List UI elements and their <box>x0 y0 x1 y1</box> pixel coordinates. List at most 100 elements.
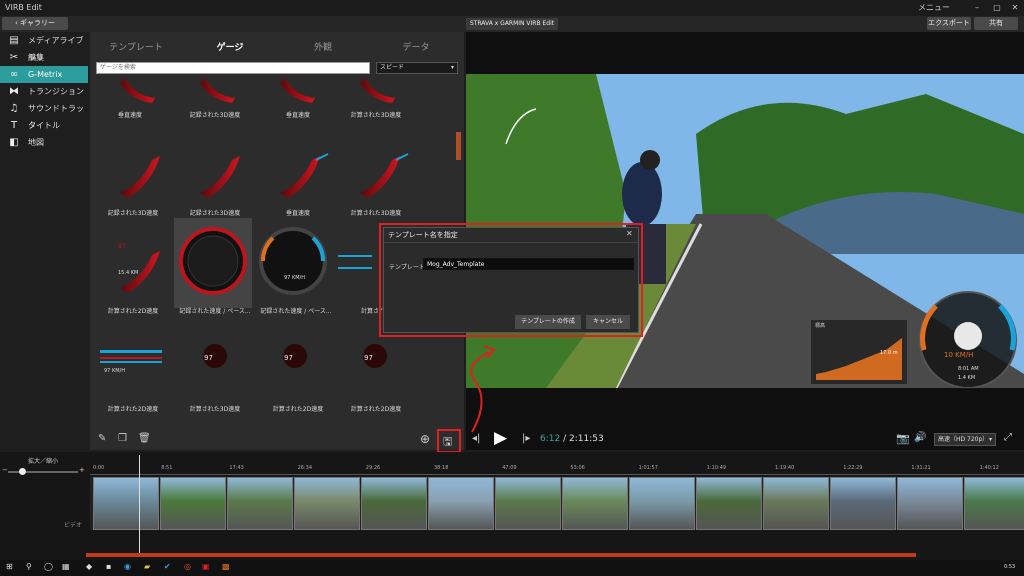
zoom-in-icon[interactable]: + <box>79 466 85 474</box>
share-button[interactable]: 共有 <box>974 17 1018 30</box>
taskbar-app-icon[interactable]: ▦ <box>62 562 70 571</box>
gauge-round-speed: 97 <box>118 243 126 250</box>
volume-icon[interactable]: 🔊 <box>914 432 926 443</box>
illustrator-icon[interactable]: ▩ <box>222 562 230 571</box>
timeline-clip[interactable] <box>227 477 293 530</box>
search-icon[interactable]: ⚲ <box>26 562 32 571</box>
sidebar-item-media-library[interactable]: ▤ メディアライブラリ <box>0 32 88 62</box>
filter-value: スピード <box>380 64 405 71</box>
sidebar-item-g-metrix[interactable]: ∞ G-Metrix <box>0 66 88 83</box>
music-icon: ♫ <box>9 103 19 114</box>
gauge-label[interactable]: 垂直速度 <box>90 110 170 119</box>
sidebar-item-soundtrack[interactable]: ♫ サウンドトラック <box>0 100 88 130</box>
tab-appearance[interactable]: 外観 <box>293 40 353 53</box>
gauge-label[interactable]: 記録された3D速度 <box>175 110 255 119</box>
gauge-label[interactable]: 計算された2D速度 <box>258 404 338 413</box>
overlay-distance: 1.4 KM <box>958 375 976 381</box>
step-back-icon[interactable]: ◂| <box>472 433 480 444</box>
timeline-tick-label: 0:00 <box>93 465 105 471</box>
timeline-clip[interactable] <box>294 477 360 530</box>
camera-icon[interactable]: 📷 <box>896 432 910 445</box>
minimize-icon[interactable]: – <box>970 0 984 16</box>
timeline-clip[interactable] <box>696 477 762 530</box>
timeline-tick-label: 53:06 <box>570 465 585 471</box>
gauge-label[interactable]: 記録された速度 / ペース... <box>256 306 336 315</box>
fullscreen-icon[interactable]: ⤢ <box>1004 432 1012 443</box>
menu-button[interactable]: メニュー <box>918 0 950 16</box>
gauge-label[interactable]: 計算された2D速度 <box>336 404 416 413</box>
taskbar-app-icon[interactable]: ▪ <box>106 562 111 571</box>
timeline-clip[interactable] <box>964 477 1024 530</box>
check-icon[interactable]: ✔ <box>164 562 171 571</box>
template-name-input[interactable]: Mog_Adv_Template <box>423 258 634 270</box>
sidebar-item-title[interactable]: T タイトル <box>0 117 88 134</box>
export-button[interactable]: エクスポート <box>927 17 971 30</box>
create-template-button[interactable]: テンプレートの作成 <box>515 315 581 329</box>
dialog-close-icon[interactable]: ✕ <box>626 229 633 238</box>
gauge-label[interactable]: 計算された3D速度 <box>336 208 416 217</box>
sidebar-item-label: G-Metrix <box>28 70 63 79</box>
sidebar-item-label: 地図 <box>28 138 44 147</box>
gauge-thumb <box>280 156 320 198</box>
tab-data[interactable]: データ <box>386 40 446 53</box>
close-icon[interactable]: ✕ <box>1008 0 1022 16</box>
gauge-label[interactable]: 垂直速度 <box>258 110 338 119</box>
timeline-clip[interactable] <box>93 477 159 530</box>
gauge-label[interactable]: 記録された3D速度 <box>175 208 255 217</box>
gauge-thumb <box>120 78 155 103</box>
gallery-scroll-thumb[interactable] <box>456 132 461 160</box>
timeline-clip[interactable] <box>830 477 896 530</box>
cancel-button[interactable]: キャンセル <box>586 315 630 329</box>
task-view-icon[interactable]: ◯ <box>44 562 53 571</box>
timeline-clip[interactable] <box>562 477 628 530</box>
sidebar-item-edit[interactable]: ✂ 編集 <box>0 49 88 66</box>
timeline-clip[interactable] <box>897 477 963 530</box>
timeline-clip[interactable] <box>361 477 427 530</box>
pencil-icon[interactable]: ✎ <box>98 433 106 444</box>
duplicate-icon[interactable]: ❐ <box>118 433 127 444</box>
sidebar-item-map[interactable]: ◧ 地図 <box>0 134 88 151</box>
gauge-search-input[interactable] <box>96 62 370 74</box>
gauge-label[interactable]: 記録された速度 / ペース... <box>175 306 255 315</box>
gauge-label[interactable]: 記録された3D速度 <box>93 208 173 217</box>
gauge-label[interactable]: 計算された3D速度 <box>175 404 255 413</box>
gauge-thumb <box>360 78 395 103</box>
overlay-time: 8:01 AM <box>958 366 979 372</box>
gallery-button[interactable]: ‹ ギャラリー <box>2 17 68 30</box>
add-circle-icon[interactable]: ⊕ <box>420 432 430 446</box>
overlay-speed: 10 KM/H <box>944 351 974 359</box>
folder-icon[interactable]: ▰ <box>144 562 150 571</box>
zoom-slider-handle[interactable] <box>19 468 26 475</box>
play-icon[interactable]: ▶ <box>494 428 507 448</box>
zoom-out-icon[interactable]: − <box>2 466 8 474</box>
gauge-label[interactable]: 計算された2D速度 <box>93 306 173 315</box>
timeline-clip[interactable] <box>160 477 226 530</box>
taskbar-app-icon[interactable]: ◆ <box>86 562 92 571</box>
app-title: VIRB Edit <box>5 3 42 12</box>
timeline-tick-label: 1:19:40 <box>775 465 795 471</box>
save-icon[interactable]: 🖫 <box>443 433 452 452</box>
quality-select[interactable]: 高速（HD 720p） ▾ <box>934 433 996 446</box>
gauge-filter-select[interactable]: スピード ▾ <box>376 62 458 74</box>
tab-gauges[interactable]: ゲージ <box>200 40 260 53</box>
timeline-clip[interactable] <box>428 477 494 530</box>
restore-icon[interactable]: ▢ <box>990 0 1004 16</box>
sidebar-item-transition[interactable]: ⧓ トランジション <box>0 83 88 100</box>
timeline-tick-label: 29:26 <box>365 465 381 471</box>
gauge-label[interactable]: 計算された3D速度 <box>336 110 416 119</box>
chrome-icon[interactable]: ◎ <box>184 562 191 571</box>
timeline-clip[interactable] <box>763 477 829 530</box>
zoom-label: 拡大／縮小 <box>28 458 59 465</box>
gauge-label[interactable]: 垂直速度 <box>258 208 338 217</box>
gauge-label[interactable]: 計算された2D速度 <box>93 404 173 413</box>
edge-icon[interactable]: ◉ <box>124 562 131 571</box>
windows-start-icon[interactable]: ⊞ <box>6 562 13 571</box>
trash-icon[interactable]: 🗑 <box>138 433 151 444</box>
virb-icon[interactable]: ▣ <box>202 562 210 571</box>
project-title: STRAVA x GARMIN VIRB Edit <box>466 18 558 30</box>
timeline-clip[interactable] <box>629 477 695 530</box>
step-forward-icon[interactable]: |▸ <box>522 433 530 444</box>
playhead[interactable] <box>139 455 140 555</box>
tab-templates[interactable]: テンプレート <box>106 40 166 53</box>
timeline-clip[interactable] <box>495 477 561 530</box>
